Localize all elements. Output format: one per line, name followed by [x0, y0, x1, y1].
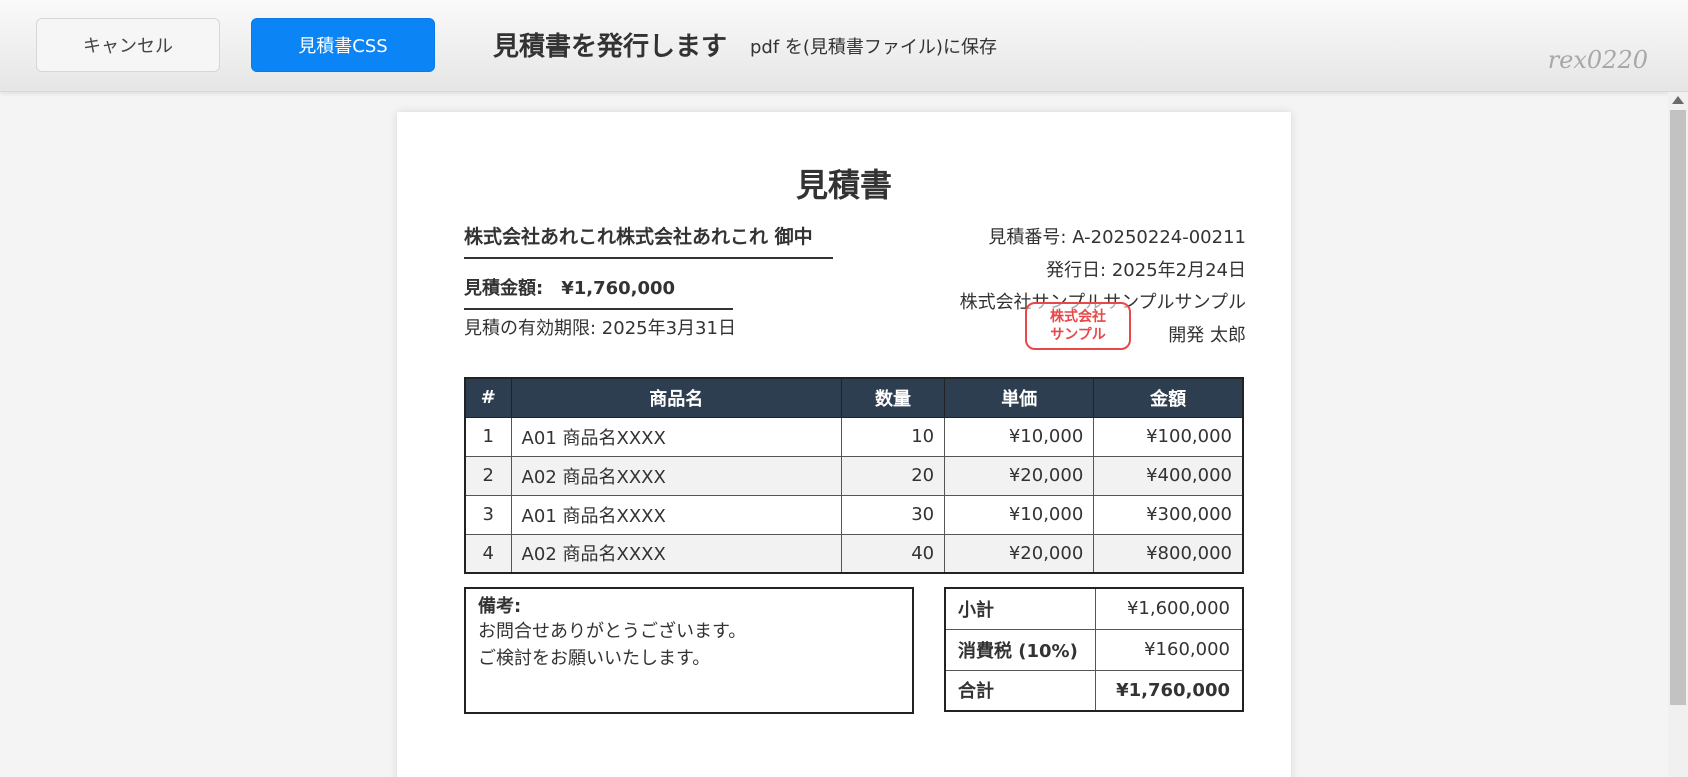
table-row: 4 A02 商品名XXXX 40 ¥20,000 ¥800,000: [464, 533, 1244, 574]
row-amount: ¥400,000: [1093, 455, 1244, 496]
estimate-amount: 見積金額: ¥1,760,000: [464, 274, 733, 310]
total-label: 合計: [944, 669, 1096, 712]
estimate-css-button[interactable]: 見積書CSS: [251, 18, 435, 72]
row-product: A01 商品名XXXX: [510, 494, 842, 535]
document-title: 見積書: [795, 166, 892, 204]
row-number: 1: [464, 416, 512, 457]
toolbar-subtitle: pdf を(見積書ファイル)に保存: [750, 37, 997, 58]
tax-value: ¥160,000: [1094, 628, 1244, 671]
subtotal-label: 小計: [944, 587, 1096, 630]
table-header-row: # 商品名 数量 単価 金額: [464, 377, 1244, 418]
row-number: 3: [464, 494, 512, 535]
row-product: A02 商品名XXXX: [510, 533, 842, 574]
notes-line-2: ご検討をお願いいたします。: [478, 648, 711, 669]
cancel-button[interactable]: キャンセル: [36, 18, 220, 72]
estimate-number: 見積番号: A-20250224-00211: [988, 227, 1246, 248]
row-product: A02 商品名XXXX: [510, 455, 842, 496]
estimate-amount-value: ¥1,760,000: [561, 278, 676, 299]
validity-date: 見積の有効期限: 2025年3月31日: [464, 318, 736, 339]
row-quantity: 30: [840, 494, 946, 535]
column-header-amount: 金額: [1093, 377, 1244, 418]
notes-box: 備考: お問合せありがとうございます。 ご検討をお願いいたします。: [464, 587, 914, 714]
scroll-up-arrow-icon[interactable]: [1672, 96, 1684, 104]
stamp-line-1: 株式会社: [1050, 309, 1106, 325]
total-value: ¥1,760,000: [1094, 669, 1244, 712]
row-amount: ¥300,000: [1093, 494, 1244, 535]
subtotal-row: 小計 ¥1,600,000: [944, 587, 1244, 630]
column-header-number: #: [464, 377, 512, 418]
column-header-product: 商品名: [510, 377, 842, 418]
items-table: # 商品名 数量 単価 金額 1 A01 商品名XXXX 10 ¥10,000 …: [464, 377, 1244, 574]
brand-watermark: rex0220: [1547, 46, 1648, 74]
row-quantity: 40: [840, 533, 946, 574]
stamp-line-2: サンプル: [1050, 327, 1106, 343]
client-name: 株式会社あれこれ株式会社あれこれ 御中: [464, 222, 833, 259]
row-unit-price: ¥20,000: [944, 533, 1095, 574]
row-number: 2: [464, 455, 512, 496]
table-row: 3 A01 商品名XXXX 30 ¥10,000 ¥300,000: [464, 494, 1244, 535]
estimate-document: 見積書 株式会社あれこれ株式会社あれこれ 御中 見積金額: ¥1,760,000 …: [397, 112, 1291, 777]
scrollbar-thumb[interactable]: [1670, 110, 1686, 705]
row-product: A01 商品名XXXX: [510, 416, 842, 457]
row-quantity: 20: [840, 455, 946, 496]
row-amount: ¥100,000: [1093, 416, 1244, 457]
company-seal-stamp: 株式会社 サンプル: [1025, 302, 1131, 350]
row-number: 4: [464, 533, 512, 574]
row-unit-price: ¥10,000: [944, 494, 1095, 535]
column-header-unit-price: 単価: [944, 377, 1095, 418]
row-amount: ¥800,000: [1093, 533, 1244, 574]
total-row: 合計 ¥1,760,000: [944, 669, 1244, 712]
top-toolbar: キャンセル 見積書CSS 見積書を発行します pdf を(見積書ファイル)に保存…: [0, 0, 1688, 92]
notes-title: 備考:: [478, 596, 522, 617]
table-row: 2 A02 商品名XXXX 20 ¥20,000 ¥400,000: [464, 455, 1244, 496]
table-row: 1 A01 商品名XXXX 10 ¥10,000 ¥100,000: [464, 416, 1244, 457]
tax-label: 消費税 (10%): [944, 628, 1096, 671]
toolbar-title: 見積書を発行します: [493, 32, 728, 62]
notes-line-1: お問合せありがとうございます。: [478, 621, 747, 642]
row-unit-price: ¥10,000: [944, 416, 1095, 457]
column-header-quantity: 数量: [840, 377, 946, 418]
subtotal-value: ¥1,600,000: [1094, 587, 1244, 630]
totals-table: 小計 ¥1,600,000 消費税 (10%) ¥160,000 合計 ¥1,7…: [944, 587, 1244, 712]
row-unit-price: ¥20,000: [944, 455, 1095, 496]
tax-row: 消費税 (10%) ¥160,000: [944, 628, 1244, 671]
issue-date: 発行日: 2025年2月24日: [1046, 259, 1246, 281]
estimate-amount-label: 見積金額:: [464, 278, 544, 299]
row-quantity: 10: [840, 416, 946, 457]
